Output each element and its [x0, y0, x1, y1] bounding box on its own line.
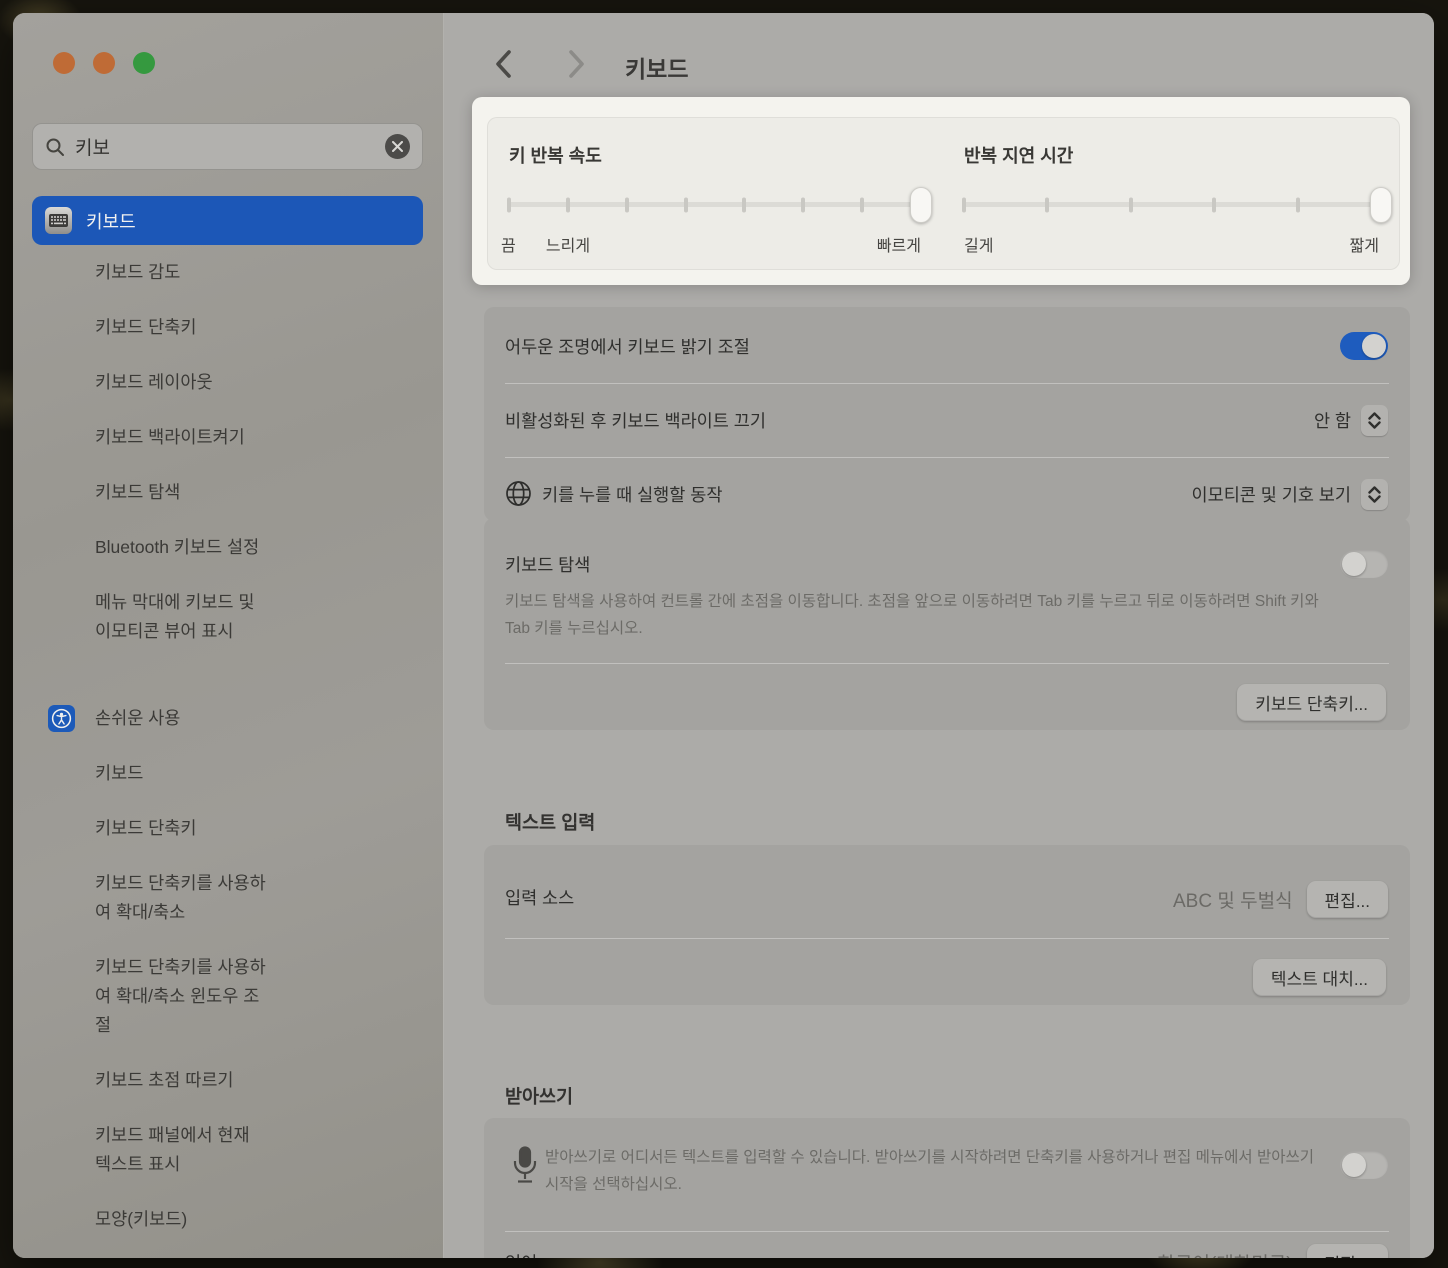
sidebar-item[interactable]: 키보드 레이아웃 — [32, 355, 432, 410]
globe-action-value: 이모티콘 및 기호 보기 — [1192, 482, 1352, 507]
backlight-off-value: 안 함 — [1314, 408, 1351, 433]
highlighted-panel: 키 반복 속도 끔 느리게 빠르게 반복 지연 시간 길게 짧게 — [472, 97, 1410, 285]
sidebar-item-accessibility[interactable]: 손쉬운 사용 — [32, 691, 432, 746]
search-field[interactable] — [32, 123, 423, 170]
repeat-delay-title: 반복 지연 시간 — [964, 142, 1073, 168]
sidebar-item[interactable]: 키보드 단축키 — [32, 801, 432, 856]
keyboard-nav-toggle[interactable] — [1340, 550, 1388, 578]
repeat-settings-card: 키 반복 속도 끔 느리게 빠르게 반복 지연 시간 길게 짧게 — [487, 117, 1400, 270]
sidebar-item[interactable]: 키보드 단축키를 사용하여 확대/축소 윈도우 조절 — [32, 940, 432, 1053]
keyboard-nav-description: 키보드 탐색을 사용하여 컨트롤 간에 초점을 이동합니다. 초점을 앞으로 이… — [505, 588, 1341, 642]
sidebar-item[interactable]: 키보드 백라이트켜기 — [32, 410, 432, 465]
text-replace-button[interactable]: 텍스트 대치... — [1253, 959, 1386, 996]
globe-icon — [505, 480, 532, 507]
keyboard-settings-card: 어두운 조명에서 키보드 밝기 조절 비활성화된 후 키보드 백라이트 끄기 안… — [484, 307, 1410, 521]
keyboard-icon — [45, 207, 72, 234]
sidebar-results: 키보드 키보드 감도 키보드 단축키 키보드 레이아웃 키보드 백라이트켜기 키… — [32, 196, 432, 1258]
dictation-description: 받아쓰기로 어디서든 텍스트를 입력할 수 있습니다. 받아쓰기를 시작하려면 … — [545, 1144, 1325, 1198]
key-repeat-slow-label: 느리게 — [546, 232, 590, 256]
sidebar-item[interactable]: 키보드 탐색 — [32, 465, 432, 520]
repeat-delay-slider[interactable] — [964, 202, 1381, 207]
language-value: 한국어(대한민국) — [1158, 1249, 1293, 1258]
globe-action-stepper[interactable] — [1361, 479, 1388, 510]
sidebar-item[interactable]: 키보드 초점 따르기 — [32, 1053, 432, 1108]
sidebar: 키보드 키보드 감도 키보드 단축키 키보드 레이아웃 키보드 백라이트켜기 키… — [13, 13, 444, 1258]
sidebar-item[interactable]: 모양(키보드) — [32, 1192, 432, 1247]
sidebar-item-label: 키보드 — [86, 208, 136, 234]
input-source-edit-button[interactable]: 편집... — [1307, 881, 1388, 918]
forward-button[interactable] — [560, 47, 590, 81]
repeat-delay-short-label: 짧게 — [1350, 232, 1379, 256]
language-label: 언어 — [505, 1250, 537, 1258]
keyboard-shortcuts-button[interactable]: 키보드 단축키... — [1237, 684, 1386, 721]
sidebar-item[interactable]: 비활성 상태 후 패널 — [32, 1247, 432, 1258]
dictation-card: 받아쓰기로 어디서든 텍스트를 입력할 수 있습니다. 받아쓰기를 시작하려면 … — [484, 1118, 1410, 1258]
traffic-lights — [53, 52, 155, 74]
key-repeat-slider-handle[interactable] — [910, 187, 932, 223]
repeat-delay-long-label: 길게 — [964, 232, 993, 256]
key-repeat-slider[interactable] — [509, 202, 921, 207]
sidebar-item[interactable]: 키보드 단축키를 사용하여 확대/축소 — [32, 856, 432, 940]
back-button[interactable] — [490, 47, 520, 81]
search-input[interactable] — [75, 136, 375, 158]
text-input-card: 입력 소스 ABC 및 두벌식 편집... 텍스트 대치... — [484, 845, 1410, 1005]
dictation-toggle[interactable] — [1340, 1151, 1388, 1179]
close-button[interactable] — [53, 52, 75, 74]
sidebar-item[interactable]: 키보드 단축키 — [32, 300, 432, 355]
sidebar-item[interactable]: 키보드 패널에서 현재 텍스트 표시 — [32, 1108, 432, 1192]
sidebar-item-keyboard-selected[interactable]: 키보드 — [32, 196, 423, 245]
settings-window: 키보드 키보드 감도 키보드 단축키 키보드 레이아웃 키보드 백라이트켜기 키… — [13, 13, 1434, 1258]
clear-search-icon[interactable] — [385, 134, 410, 159]
sidebar-item[interactable]: 키보드 — [32, 746, 432, 801]
key-repeat-off-label: 끔 — [501, 232, 516, 256]
sidebar-item[interactable]: 메뉴 막대에 키보드 및 이모티콘 뷰어 표시 — [32, 575, 432, 659]
zoom-button[interactable] — [133, 52, 155, 74]
input-source-label: 입력 소스 — [505, 885, 574, 910]
page-title: 키보드 — [625, 50, 688, 84]
globe-action-label: 키를 누를 때 실행할 동작 — [542, 482, 722, 507]
key-repeat-title: 키 반복 속도 — [509, 142, 602, 168]
keyboard-nav-label: 키보드 탐색 — [505, 552, 590, 577]
search-icon — [45, 137, 65, 157]
key-repeat-fast-label: 빠르게 — [877, 232, 921, 256]
accessibility-icon — [48, 705, 75, 732]
brightness-label: 어두운 조명에서 키보드 밝기 조절 — [505, 334, 750, 359]
content-pane: 키보드 키 반복 속도 끔 느리게 빠르게 반복 지연 시간 길게 — [444, 13, 1434, 1258]
brightness-toggle[interactable] — [1340, 332, 1388, 360]
input-source-value: ABC 및 두벌식 — [1173, 886, 1293, 913]
keyboard-navigation-card: 키보드 탐색 키보드 탐색을 사용하여 컨트롤 간에 초점을 이동합니다. 초점… — [484, 518, 1410, 730]
backlight-off-label: 비활성화된 후 키보드 백라이트 끄기 — [505, 408, 766, 433]
repeat-delay-slider-handle[interactable] — [1370, 187, 1392, 223]
text-input-section-title: 텍스트 입력 — [505, 809, 595, 835]
backlight-off-stepper[interactable] — [1361, 405, 1388, 436]
dictation-section-title: 받아쓰기 — [505, 1083, 573, 1109]
sidebar-item[interactable]: 키보드 감도 — [32, 245, 432, 300]
language-edit-button[interactable]: 편집... — [1307, 1244, 1388, 1258]
microphone-icon — [512, 1146, 538, 1184]
sidebar-item[interactable]: Bluetooth 키보드 설정 — [32, 520, 432, 575]
minimize-button[interactable] — [93, 52, 115, 74]
